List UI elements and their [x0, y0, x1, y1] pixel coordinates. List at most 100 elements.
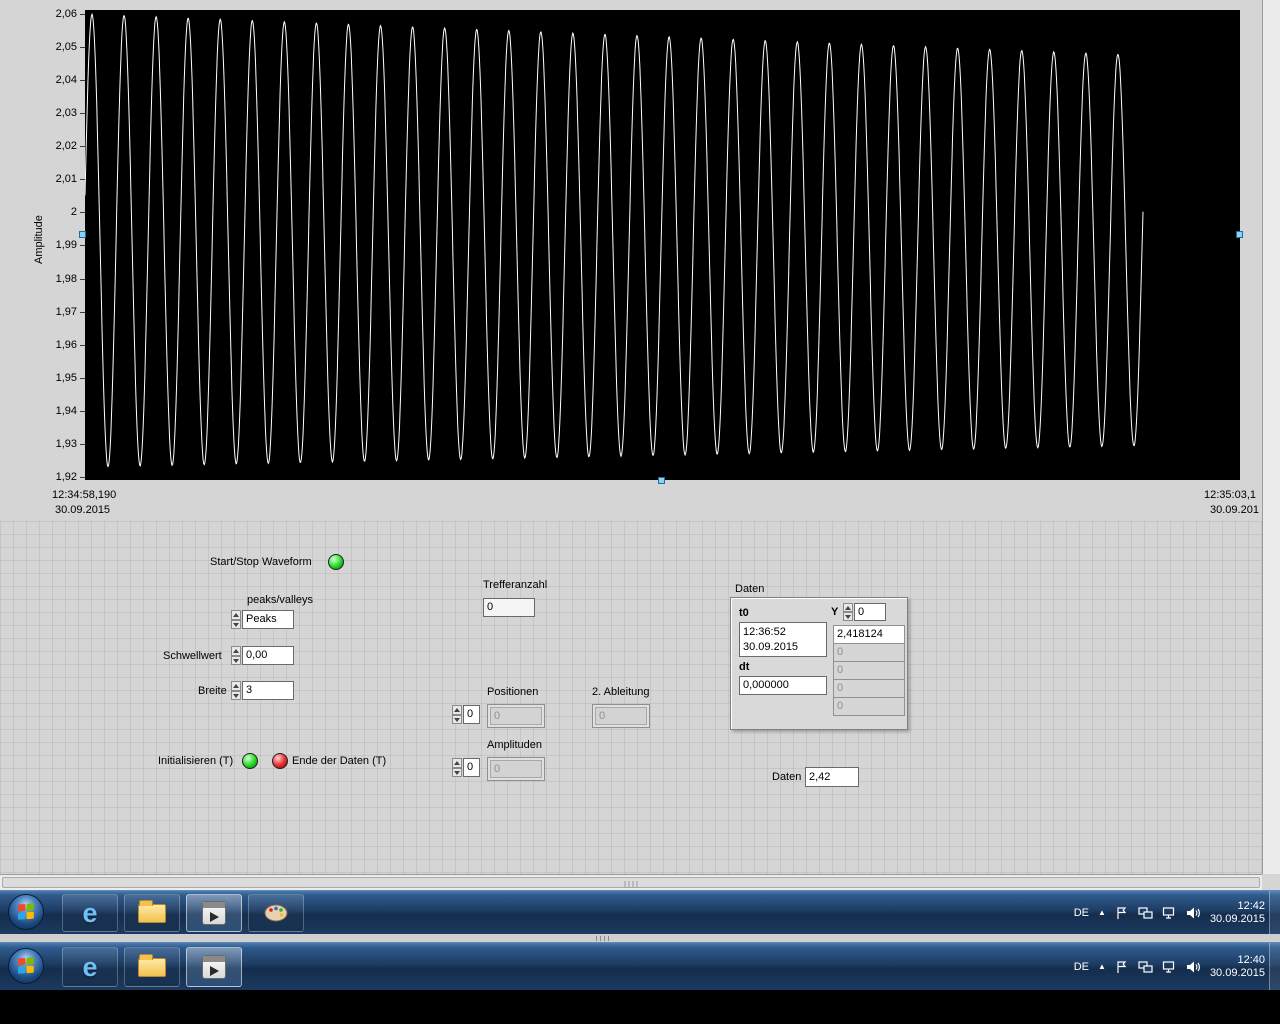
internet-explorer-icon: e: [82, 951, 98, 982]
y-tick-label: 1,95: [55, 371, 77, 384]
y-tick-label: 2,02: [55, 140, 77, 153]
y-tick-label: 1,99: [55, 239, 77, 252]
daten-cluster-title: Daten: [735, 583, 765, 595]
start-stop-led-button[interactable]: [328, 554, 344, 570]
ende-der-daten-led[interactable]: [272, 753, 288, 769]
speaker-icon[interactable]: [1186, 960, 1201, 974]
network-icon[interactable]: [1162, 960, 1177, 974]
waveform-svg: [84, 12, 1144, 468]
y-array-cell: 0: [833, 661, 905, 680]
windows-flag-icon: [18, 903, 34, 920]
taskbar-explorer-button[interactable]: [124, 894, 180, 932]
dt-indicator: 0,000000: [739, 676, 827, 695]
x-axis-end-date: 30.09.201: [1210, 504, 1259, 516]
taskbar-paint-button[interactable]: [248, 894, 304, 932]
speaker-icon[interactable]: [1186, 906, 1201, 920]
clock-2[interactable]: 12:40 30.09.2015: [1210, 954, 1265, 980]
t0-time: 12:36:52: [743, 626, 786, 638]
vertical-scrollbar[interactable]: [1262, 0, 1280, 874]
windows-flag-icon: [18, 957, 34, 974]
y-array-cell: 2,418124: [833, 625, 905, 644]
ende-der-daten-label: Ende der Daten (T): [292, 755, 387, 767]
taskbar-ie-button[interactable]: e: [62, 894, 118, 932]
breite-field[interactable]: 3: [242, 681, 294, 700]
clock-date: 30.09.2015: [1209, 912, 1265, 925]
taskbar-bottom: e DE ▲ 12:40 30.09.2015: [0, 942, 1280, 990]
clock-date: 30.09.2015: [1209, 966, 1265, 979]
horizontal-scrollbar-thumb[interactable]: [2, 877, 1260, 888]
y-tick-label: 2,06: [55, 8, 77, 20]
positionen-index-spinner[interactable]: [452, 705, 462, 724]
selection-handle-right[interactable]: [1236, 231, 1243, 238]
amplituden-index-spinner[interactable]: [452, 758, 462, 777]
amplituden-label: Amplituden: [487, 739, 543, 751]
breite-spinner[interactable]: [231, 681, 241, 700]
y-tick-label: 2,05: [55, 41, 77, 54]
y-index-field[interactable]: 0: [854, 603, 886, 621]
daten-output-label: Daten: [772, 771, 802, 783]
taskbar2-labview-button[interactable]: [186, 947, 242, 987]
dual-monitor-icon[interactable]: [1138, 906, 1153, 920]
positionen-label: Positionen: [487, 686, 539, 698]
chart-plot-area[interactable]: [84, 10, 1240, 480]
action-center-flag-icon[interactable]: [1115, 906, 1129, 920]
peaks-valleys-spinner[interactable]: [231, 610, 241, 629]
network-icon[interactable]: [1162, 906, 1177, 920]
show-desktop-button[interactable]: [1269, 891, 1280, 934]
folder-icon: [138, 953, 166, 977]
amplituden-indicator: 0: [487, 757, 545, 781]
taskbar2-ie-button[interactable]: e: [62, 947, 118, 987]
language-indicator[interactable]: DE: [1074, 907, 1089, 919]
amplituden-index-field[interactable]: 0: [463, 758, 480, 777]
start-button-2[interactable]: [8, 948, 44, 984]
positionen-index-field[interactable]: 0: [463, 705, 480, 724]
tray-expand-icon[interactable]: ▲: [1098, 962, 1106, 971]
dual-monitor-icon[interactable]: [1138, 960, 1153, 974]
t0-date: 30.09.2015: [743, 641, 799, 653]
ableitung-indicator: 0: [592, 704, 650, 728]
action-center-flag-icon[interactable]: [1115, 960, 1129, 974]
schwellwert-field[interactable]: 0,00: [242, 646, 294, 665]
breite-label: Breite: [198, 685, 227, 697]
show-desktop-button-2[interactable]: [1269, 943, 1280, 990]
system-tray-2: DE ▲ 12:40 30.09.2015: [1074, 943, 1265, 990]
daten-cluster: t0 12:36:52 30.09.2015 dt 0,000000 Y 0 2…: [730, 597, 908, 730]
taskbar-labview-button[interactable]: [186, 894, 242, 932]
daten-output-indicator: 2,42: [805, 767, 859, 787]
y-label: Y: [831, 606, 839, 618]
start-button[interactable]: [8, 894, 44, 930]
language-indicator[interactable]: DE: [1074, 961, 1089, 973]
schwellwert-label: Schwellwert: [163, 650, 222, 662]
schwellwert-spinner[interactable]: [231, 646, 241, 665]
t0-label: t0: [739, 607, 749, 619]
y-tick-label: 2: [70, 206, 77, 219]
internet-explorer-icon: e: [82, 897, 98, 928]
x-axis-end-time: 12:35:03,1: [1204, 489, 1256, 501]
clock-time: 12:42: [1237, 899, 1265, 912]
t0-indicator: 12:36:52 30.09.2015: [739, 622, 827, 657]
initialisieren-led-button[interactable]: [242, 753, 258, 769]
taskbar2-explorer-button[interactable]: [124, 947, 180, 987]
horizontal-scrollbar[interactable]: [0, 874, 1262, 890]
y-array-cell: 0: [833, 643, 905, 662]
y-tick-label: 2,04: [55, 74, 77, 87]
taskbar-top: e DE ▲ 12:42 30.09.2015: [0, 890, 1280, 934]
clock[interactable]: 12:42 30.09.2015: [1210, 900, 1265, 926]
labview-icon: [202, 955, 226, 979]
trefferanzahl-label: Trefferanzahl: [483, 579, 548, 591]
y-tick-label: 1,94: [55, 404, 77, 417]
start-stop-label: Start/Stop Waveform: [210, 556, 312, 568]
inner-scrollbar-grip-icon: [596, 936, 609, 941]
selection-handle-bottom[interactable]: [658, 477, 665, 484]
y-tick-label: 1,97: [55, 305, 77, 318]
y-tick-label: 1,92: [55, 470, 77, 483]
y-tick-label: 1,93: [55, 437, 77, 450]
peaks-valleys-label: peaks/valleys: [247, 594, 314, 606]
tray-expand-icon[interactable]: ▲: [1098, 908, 1106, 917]
initialisieren-label: Initialisieren (T): [158, 755, 234, 767]
x-axis-start-time: 12:34:58,190: [52, 489, 117, 501]
peaks-valleys-ring[interactable]: Peaks: [242, 610, 294, 629]
y-index-spinner[interactable]: [843, 603, 853, 621]
selection-handle-left[interactable]: [79, 231, 86, 238]
y-tick-label: 1,96: [55, 338, 77, 351]
